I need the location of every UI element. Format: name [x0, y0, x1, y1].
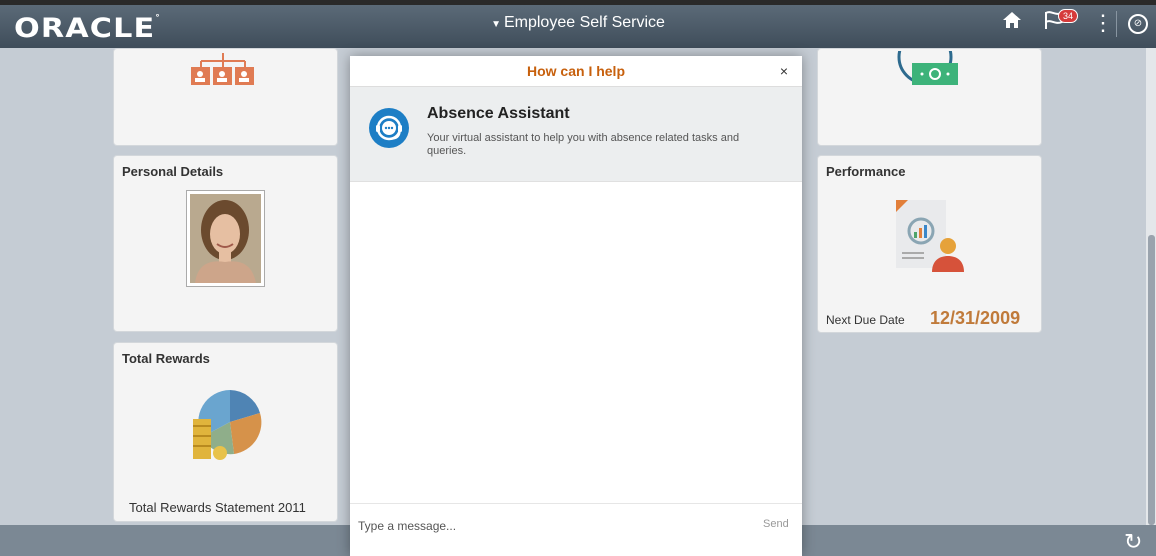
assistant-card[interactable]: Absence Assistant Your virtual assistant… [350, 87, 802, 182]
help-dialog: How can I help × Absence Assistant Your … [350, 56, 802, 556]
home-icon[interactable] [1002, 10, 1022, 36]
actions-kebab-icon[interactable]: ⋮ [1092, 10, 1114, 36]
tile-compensation[interactable] [817, 48, 1042, 146]
tile-title: Personal Details [122, 164, 224, 179]
rewards-pie-icon [193, 390, 262, 460]
notification-badge: 34 [1058, 9, 1079, 23]
refresh-icon[interactable]: ↻ [1124, 529, 1142, 555]
close-icon[interactable]: × [780, 63, 788, 79]
header-divider [1116, 11, 1117, 37]
next-due-date: 12/31/2009 [930, 308, 1021, 328]
send-button[interactable]: Send [763, 518, 789, 530]
tile-title: Performance [826, 164, 906, 179]
next-due-label: Next Due Date [826, 313, 905, 327]
rewards-statement-link[interactable]: Total Rewards Statement 2011 [129, 500, 306, 515]
money-icon [897, 51, 958, 85]
assistant-name: Absence Assistant [427, 105, 570, 122]
performance-report-icon [896, 200, 964, 272]
dialog-header: How can I help × [350, 56, 802, 87]
tile-total-rewards[interactable]: Total Rewards Total Rewards Statement 20… [113, 342, 338, 522]
tile-personal-details[interactable]: Personal Details [113, 155, 338, 332]
org-chart-icon [191, 53, 254, 85]
dialog-title: How can I help [526, 63, 625, 79]
page-title[interactable]: ▼ Employee Self Service [0, 14, 1156, 32]
chevron-down-icon: ▼ [491, 19, 501, 30]
message-bar: Send [350, 503, 802, 556]
message-input[interactable] [358, 516, 728, 536]
assistant-description: Your virtual assistant to help you with … [427, 132, 740, 157]
assistant-headset-icon [369, 108, 409, 148]
tile-org-chart[interactable] [113, 48, 338, 146]
tile-performance[interactable]: Performance Next Due Date 12/31/2009 [817, 155, 1042, 333]
navbar-compass-icon[interactable]: ⊘ [1128, 14, 1148, 34]
tile-title: Total Rewards [122, 351, 210, 366]
scrollbar-thumb[interactable] [1148, 235, 1155, 525]
profile-photo [186, 190, 265, 287]
